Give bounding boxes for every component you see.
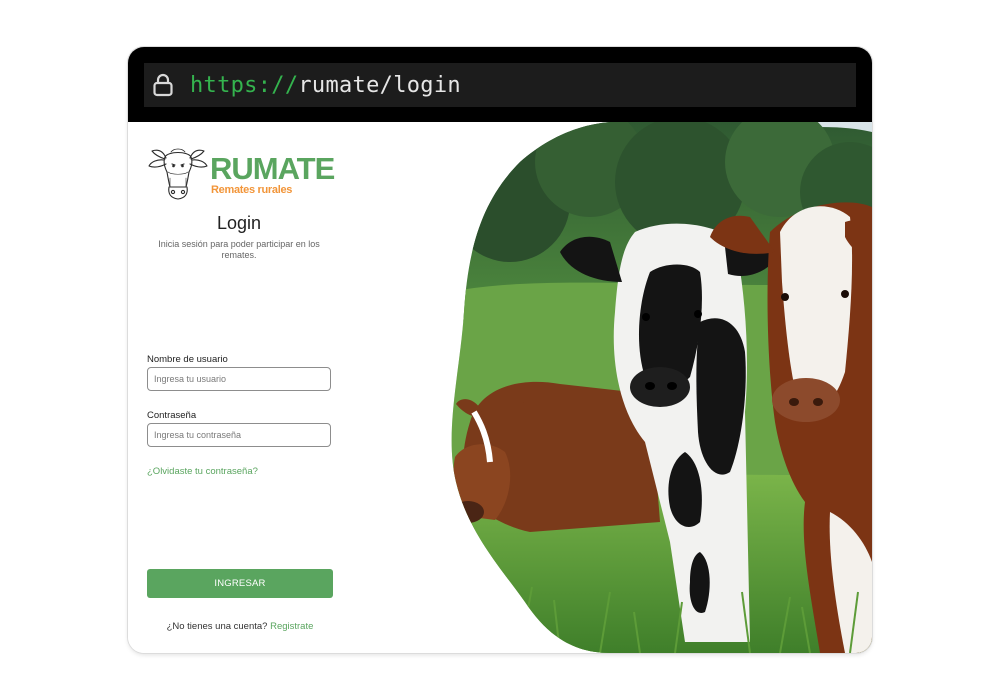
signup-prompt-text: ¿No tienes una cuenta? (166, 621, 268, 632)
brand-tagline: Remates rurales (211, 184, 293, 196)
url-path: rumate/login (298, 72, 461, 98)
url-scheme: https:// (190, 72, 299, 98)
password-label: Contraseña (147, 410, 197, 421)
login-panel: RUMATE Remates rurales Login Inicia sesi… (128, 122, 458, 653)
browser-chrome: https://rumate/login (128, 47, 872, 122)
browser-window: https://rumate/login RUMATE Remates rura… (128, 47, 872, 653)
address-bar[interactable]: https://rumate/login (144, 63, 856, 107)
username-label: Nombre de usuario (147, 354, 228, 365)
url-text[interactable]: https://rumate/login (190, 73, 461, 98)
page-subtitle: Inicia sesión para poder participar en l… (158, 239, 320, 260)
page-title: Login (216, 213, 262, 233)
brand-logo: RUMATE Remates rurales (146, 142, 336, 208)
lock-icon (152, 72, 178, 98)
signup-link[interactable]: Registrate (270, 621, 313, 632)
login-button[interactable]: INGRESAR (147, 569, 333, 598)
cow-head-logo-icon (148, 148, 208, 200)
hero-cows-image (451, 122, 872, 653)
password-input[interactable] (147, 423, 331, 447)
forgot-password-link[interactable]: ¿Olvidaste tu contraseña? (147, 466, 258, 477)
signup-prompt: ¿No tienes una cuenta? Registrate (146, 621, 334, 632)
username-input[interactable] (147, 367, 331, 391)
brand-name: RUMATE (210, 151, 335, 186)
page-content: RUMATE Remates rurales Login Inicia sesi… (128, 122, 872, 653)
